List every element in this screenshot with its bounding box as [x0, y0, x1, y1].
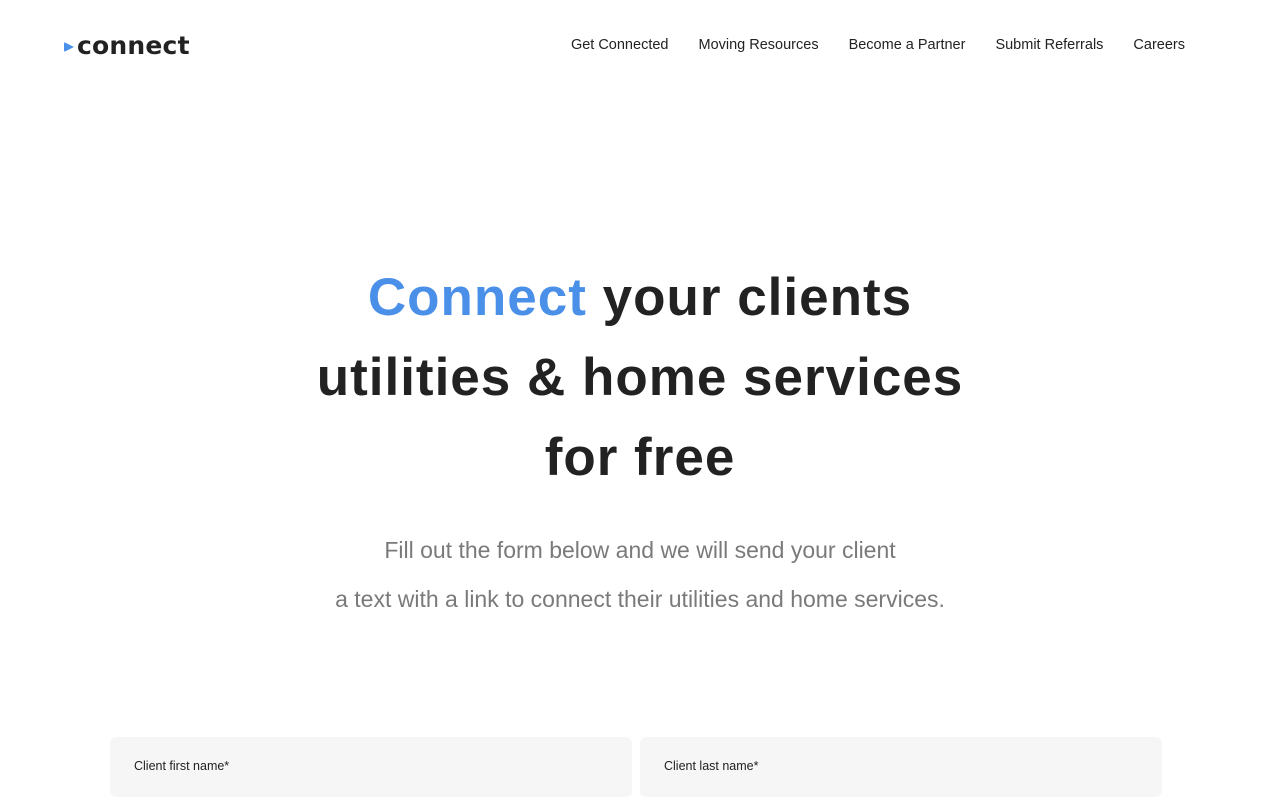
hero-title-line1-rest: your clients [586, 268, 913, 327]
client-last-name-label: Client last name* [664, 759, 759, 773]
hero-title-line2: utilities & home services [316, 348, 964, 407]
referral-form-row: Client first name* Client last name* [110, 737, 1162, 797]
hero-subtitle-line1: Fill out the form below and we will send… [384, 537, 896, 563]
logo-link[interactable]: connect [64, 30, 190, 62]
nav-careers[interactable]: Careers [1133, 37, 1185, 53]
nav-submit-referrals[interactable]: Submit Referrals [995, 37, 1103, 53]
site-header: connect Get Connected Moving Resources B… [0, 0, 1280, 92]
client-first-name-field[interactable]: Client first name* [110, 737, 632, 797]
main-nav: Get Connected Moving Resources Become a … [571, 35, 1185, 55]
hero-title-accent: Connect [367, 268, 587, 327]
nav-become-a-partner[interactable]: Become a Partner [849, 37, 966, 53]
hero-title: Connect your clients utilities & home se… [240, 258, 1040, 498]
client-last-name-field[interactable]: Client last name* [640, 737, 1162, 797]
hero-subtitle-line2: a text with a link to connect their util… [335, 586, 945, 612]
play-triangle-icon [64, 42, 74, 52]
logo-text: connect [77, 31, 190, 60]
hero-title-line3: for free [544, 428, 736, 487]
client-first-name-label: Client first name* [134, 759, 230, 773]
client-first-name-input[interactable] [134, 773, 612, 791]
client-last-name-input[interactable] [664, 773, 1142, 791]
nav-get-connected[interactable]: Get Connected [571, 37, 669, 53]
hero-subtitle: Fill out the form below and we will send… [190, 526, 1090, 624]
page: connect Get Connected Moving Resources B… [0, 0, 1280, 800]
nav-moving-resources[interactable]: Moving Resources [698, 37, 818, 53]
